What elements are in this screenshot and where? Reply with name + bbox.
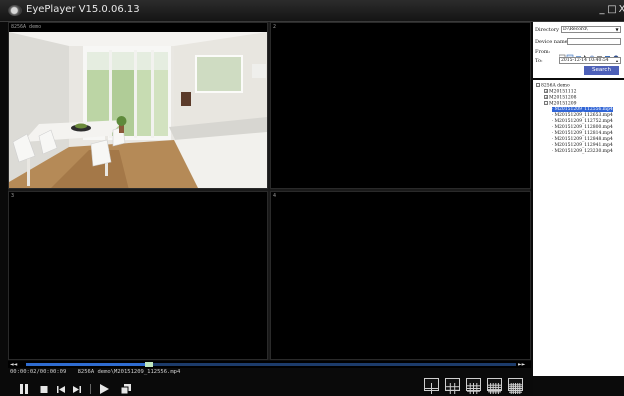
pause-icon[interactable] [18, 380, 30, 394]
device-name-input[interactable] [567, 38, 621, 45]
pane-label: 8256A demo [11, 24, 42, 30]
video-grid: 8256A demo 2 3 4 [8, 22, 531, 360]
from-toolbar [558, 47, 623, 62]
tree-item-label: M20151208 [549, 95, 577, 101]
search-button[interactable]: Search [584, 66, 619, 75]
tree-item-label: M20151112 [549, 89, 577, 95]
tree-folder-item[interactable]: +M20151112 [544, 89, 577, 95]
tree-item-label: M20151209_112814.mp4 [554, 131, 613, 136]
to-datetime-input[interactable]: 2015-12-14 10:40:54 ▴ [559, 57, 621, 64]
prev-icon[interactable] [55, 380, 67, 393]
directory-label: Directory [535, 27, 559, 33]
layout-25-button[interactable] [487, 378, 502, 394]
tree-item-label: M20151209_112941.mp4 [554, 143, 613, 148]
tree-folder-item[interactable]: - M20151209 [544, 101, 577, 107]
tree-file-item[interactable]: ·M20151209_123230.mp4 [552, 149, 613, 154]
layout-9-button[interactable] [445, 378, 460, 394]
video-pane-4[interactable]: 4 [270, 191, 531, 360]
directory-value: D:\Record\ [563, 27, 588, 32]
rewind-button[interactable]: ◄◄ [10, 361, 17, 368]
tree-file-item[interactable]: ·M20151209_112653.mp4 [552, 113, 613, 118]
pane-label: 2 [273, 24, 277, 30]
tree-item-label: M20151209 [549, 101, 577, 107]
file-tree: -8256A demo +M20151112 +M20151208- M2015120… [533, 80, 624, 376]
next-icon[interactable] [71, 380, 83, 393]
close-button[interactable]: X [616, 4, 624, 16]
tree-folder-item[interactable]: +M20151208 [544, 95, 577, 101]
tree-item-label: M20151209_112848.mp4 [554, 137, 613, 142]
app-title: EyePlayer V15.0.06.13 [26, 4, 140, 15]
seek-bar-row: ◄◄ ►► [8, 361, 531, 368]
tree-file-item[interactable]: ·M20151209_112814.mp4 [552, 131, 613, 136]
device-name-label: Device name [535, 39, 568, 45]
tree-item-label: M20151209_112556.mp4 [554, 107, 613, 112]
seek-thumb[interactable] [144, 362, 153, 367]
tree-item-label: M20151209_112800.mp4 [554, 125, 613, 130]
to-label: To: [535, 58, 543, 64]
right-panel: Directory D:\Record\ ▼ Device name From:… [533, 22, 624, 396]
layout-36-button[interactable] [508, 378, 523, 394]
playback-file: 8256A demo\M20151209_112556.mp4 [77, 369, 181, 375]
tree-folder-item[interactable]: -8256A demo [536, 83, 570, 89]
stop-icon[interactable] [38, 380, 50, 393]
tree-item-label: M20151209_112653.mp4 [554, 113, 613, 118]
expand-icon[interactable]: + [544, 95, 548, 99]
to-datetime-value: 2015-12-14 10:40:54 [561, 58, 609, 63]
play-icon[interactable] [98, 380, 110, 394]
copy-icon[interactable] [120, 380, 132, 395]
tree-file-item[interactable]: ·M20151209_112941.mp4 [552, 143, 613, 148]
collapse-icon[interactable]: - [536, 83, 540, 87]
seek-bar[interactable] [26, 362, 516, 367]
playback-status: 00:00:02/00:00:09 8256A demo\M20151209_1… [10, 369, 180, 375]
video-pane-2[interactable]: 2 [270, 22, 531, 189]
from-label: From: [535, 49, 551, 55]
pane-label: 3 [11, 193, 15, 199]
search-form: Directory D:\Record\ ▼ Device name From:… [533, 22, 624, 78]
title-bar: EyePlayer V15.0.06.13 _ □ X [0, 0, 624, 22]
layout-16-button[interactable] [466, 378, 481, 394]
tree-file-item[interactable]: ·M20151209_112800.mp4 [552, 125, 613, 130]
playback-time: 00:00:02/00:00:09 [10, 369, 67, 375]
tree-file-item[interactable]: ·M20151209_112556.mp4 [552, 107, 613, 112]
chevron-down-icon: ▼ [615, 27, 619, 32]
controls-divider [90, 380, 92, 394]
eye-logo-icon [8, 5, 22, 16]
collapse-icon[interactable]: - [544, 101, 548, 105]
tree-item-label: M20151209_112752.mp4 [554, 119, 613, 124]
expand-icon[interactable]: + [544, 89, 548, 93]
video-pane-3[interactable]: 3 [8, 191, 268, 360]
tree-item-label: M20151209_123230.mp4 [554, 149, 613, 154]
fast-forward-button[interactable]: ►► [518, 361, 525, 368]
camera-image [9, 32, 267, 188]
spinner-icon: ▴ [615, 58, 618, 63]
pane-label: 4 [273, 193, 277, 199]
video-pane-1[interactable]: 8256A demo [8, 22, 268, 189]
tree-item-label: 8256A demo [541, 83, 570, 89]
tree-file-item[interactable]: ·M20151209_112752.mp4 [552, 119, 613, 124]
layout-4-button[interactable] [424, 378, 439, 394]
seek-progress [26, 363, 149, 366]
directory-select[interactable]: D:\Record\ ▼ [561, 26, 621, 33]
tree-file-item[interactable]: ·M20151209_112848.mp4 [552, 137, 613, 142]
